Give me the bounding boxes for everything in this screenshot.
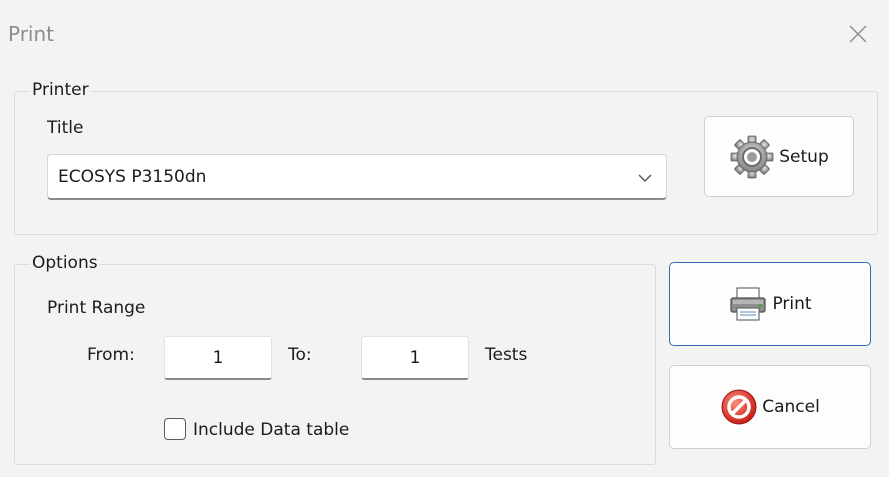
printer-select-value: ECOSYS P3150dn [58, 167, 207, 187]
gear-icon [730, 135, 774, 178]
tests-label: Tests [485, 345, 528, 365]
to-label: To: [288, 345, 312, 365]
from-label: From: [87, 345, 135, 365]
window-title: Print [8, 22, 55, 46]
close-button[interactable] [838, 14, 878, 54]
printer-group-label: Printer [30, 80, 91, 100]
title-bar: Print [0, 0, 889, 72]
print-button[interactable]: Print [669, 262, 871, 346]
print-range-label: Print Range [47, 298, 146, 318]
options-group-label: Options [30, 253, 100, 273]
setup-button[interactable]: Setup [704, 116, 854, 197]
cancel-button-label: Cancel [762, 397, 820, 417]
cancel-button[interactable]: Cancel [669, 365, 871, 449]
setup-button-label: Setup [779, 146, 829, 167]
print-button-label: Print [772, 294, 812, 314]
printer-icon [730, 287, 767, 321]
printer-select[interactable]: ECOSYS P3150dn [47, 154, 667, 200]
chevron-down-icon [638, 174, 652, 183]
cancel-icon [721, 389, 757, 425]
include-data-table-checkbox[interactable] [164, 418, 186, 440]
from-input[interactable]: 1 [164, 336, 272, 380]
close-icon [849, 25, 867, 43]
to-input[interactable]: 1 [361, 336, 469, 380]
include-data-table-label[interactable]: Include Data table [193, 420, 349, 440]
printer-title-label: Title [47, 118, 84, 138]
print-dialog: Print Printer Title ECOSYS P3150dn Setup… [0, 0, 889, 477]
